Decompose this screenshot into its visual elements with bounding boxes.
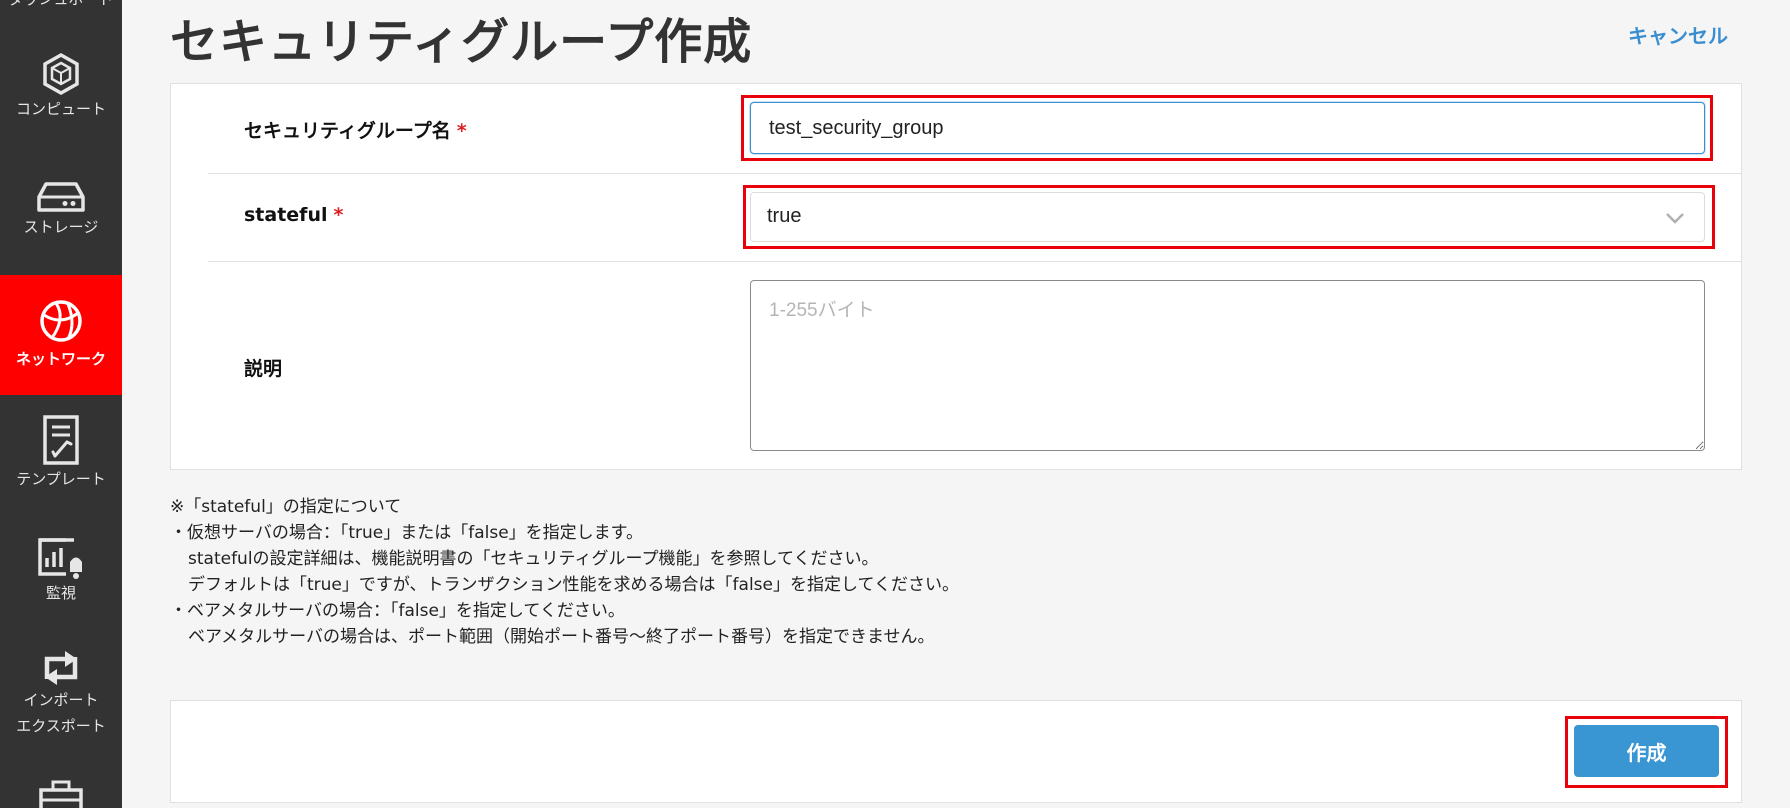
sidebar-item-label: ネットワーク — [15, 350, 106, 368]
chevron-down-icon — [1666, 213, 1684, 224]
note-line: ・ベアメタルサーバの場合：「false」を指定してください。 — [170, 601, 625, 621]
cube-icon — [43, 52, 79, 96]
note-line: statefulの設定詳細は、機能説明書の「セキュリティグループ機能」を参照して… — [188, 549, 879, 569]
import-export-arrows-icon — [44, 651, 78, 685]
stateful-select[interactable]: true — [750, 192, 1705, 242]
template-document-icon — [43, 415, 79, 465]
stateful-notes: ※「stateful」の指定について ・仮想サーバの場合：「true」または「f… — [170, 494, 959, 650]
row-divider — [208, 261, 1741, 262]
storage-drive-icon — [37, 182, 85, 212]
stateful-label-text: stateful — [244, 204, 328, 226]
note-line: デフォルトは「true」ですが、トランザクション性能を求める場合は「false」… — [188, 575, 959, 595]
globe-icon — [40, 300, 82, 342]
stateful-selected-value: true — [767, 205, 802, 227]
required-mark: * — [333, 204, 344, 226]
sidebar: ダッシュボード コンピュート ストレージ ネットワーク — [0, 0, 122, 808]
form-card: セキュリティグループ名* stateful* true 説明 — [170, 83, 1742, 470]
page-title: セキュリティグループ作成 — [170, 14, 753, 70]
security-group-name-input[interactable] — [750, 102, 1705, 154]
sidebar-item-label: 監視 — [45, 584, 76, 602]
create-button[interactable]: 作成 — [1574, 725, 1719, 777]
name-label-text: セキュリティグループ名 — [244, 120, 451, 142]
name-field-label: セキュリティグループ名 * — [244, 116, 467, 143]
sidebar-item-storage[interactable]: ストレージ — [0, 180, 122, 260]
sidebar-item-template[interactable]: テンプレート — [0, 414, 122, 512]
sidebar-item-label: コンピュート — [15, 100, 106, 118]
sidebar-item-compute[interactable]: コンピュート — [0, 52, 122, 138]
sidebar-item-label: ダッシュボード — [8, 0, 113, 12]
sidebar-item-import-export[interactable]: インポート エクスポート — [0, 649, 122, 749]
note-line: ・仮想サーバの場合：「true」または「false」を指定します。 — [170, 523, 643, 543]
description-textarea[interactable] — [750, 280, 1705, 451]
stateful-field-label: stateful * — [244, 204, 343, 226]
required-mark: * — [456, 120, 467, 142]
sidebar-item-label: ストレージ — [23, 218, 99, 236]
sidebar-item-tools[interactable] — [0, 780, 122, 808]
sidebar-item-label: インポート — [23, 691, 99, 709]
description-field-label: 説明 — [244, 354, 282, 381]
sidebar-item-dashboard[interactable]: ダッシュボード — [0, 0, 122, 18]
sidebar-item-monitoring[interactable]: 監視 — [0, 536, 122, 628]
footer-card: 作成 — [170, 700, 1742, 803]
note-line: ※「stateful」の指定について — [170, 497, 402, 517]
note-line: ベアメタルサーバの場合は、ポート範囲（開始ポート番号～終了ポート番号）を指定でき… — [188, 627, 935, 647]
cancel-button[interactable]: キャンセル — [1628, 20, 1728, 49]
monitoring-chart-bell-icon — [38, 538, 82, 579]
toolbox-icon — [39, 780, 83, 808]
description-label-text: 説明 — [244, 358, 283, 380]
sidebar-item-network[interactable]: ネットワーク — [0, 275, 122, 395]
row-divider — [208, 173, 1741, 174]
sidebar-item-label: テンプレート — [16, 470, 106, 488]
sidebar-item-label-secondary: エクスポート — [16, 717, 106, 735]
